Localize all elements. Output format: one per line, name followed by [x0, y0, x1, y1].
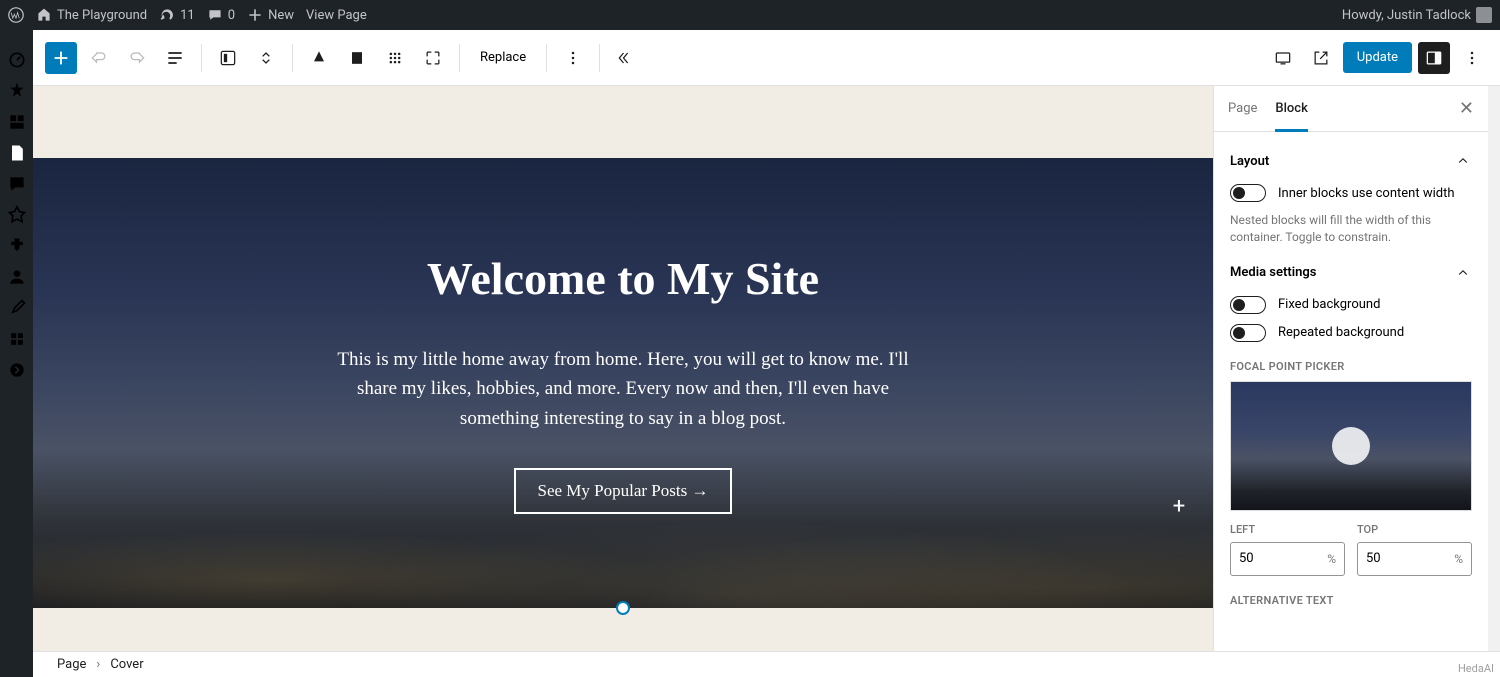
updates-count: 11 [180, 8, 195, 23]
avatar [1476, 7, 1492, 23]
breadcrumb: Page › Cover [33, 651, 1500, 677]
wp-logo[interactable] [8, 7, 24, 23]
cover-title[interactable]: Welcome to My Site [427, 252, 819, 305]
editor-canvas[interactable]: Welcome to My Site This is my little hom… [33, 86, 1213, 677]
redo-button[interactable] [121, 42, 153, 74]
align-button[interactable] [303, 42, 335, 74]
users-icon[interactable] [7, 267, 27, 287]
add-block-button[interactable] [45, 42, 77, 74]
admin-bar: The Playground 11 0 New View Page Howdy,… [0, 0, 1500, 30]
focal-point-handle[interactable] [1332, 427, 1370, 465]
undo-button[interactable] [83, 42, 115, 74]
cover-block[interactable]: Welcome to My Site This is my little hom… [33, 158, 1213, 608]
focal-point-picker[interactable] [1230, 381, 1472, 511]
chevron-up-icon [1454, 152, 1472, 170]
plugins-icon[interactable] [7, 236, 27, 256]
media-section-toggle[interactable]: Media settings [1230, 264, 1472, 282]
layout-section-toggle[interactable]: Layout [1230, 152, 1472, 170]
fixed-bg-label: Fixed background [1278, 297, 1380, 312]
replace-button[interactable]: Replace [470, 44, 536, 71]
content-width-label: Inner blocks use content width [1278, 186, 1455, 201]
settings-icon[interactable] [7, 329, 27, 349]
cover-paragraph[interactable]: This is my little home away from home. H… [323, 345, 923, 433]
comments-link[interactable]: 0 [207, 7, 235, 23]
repeated-bg-label: Repeated background [1278, 325, 1404, 340]
tab-page[interactable]: Page [1228, 86, 1257, 132]
breadcrumb-root[interactable]: Page [57, 657, 86, 672]
layout-icon[interactable] [7, 112, 27, 132]
view-page-link[interactable]: View Page [306, 8, 367, 23]
left-label: LEFT [1230, 523, 1345, 536]
move-button[interactable] [250, 42, 282, 74]
new-label: New [268, 8, 294, 23]
site-link[interactable]: The Playground [36, 7, 147, 23]
settings-panel: Page Block ✕ Layout Inner blocks use con… [1213, 86, 1488, 677]
howdy-link[interactable]: Howdy, Justin Tadlock [1342, 7, 1492, 23]
updates-link[interactable]: 11 [159, 7, 195, 23]
focal-point-heading: FOCAL POINT PICKER [1230, 360, 1472, 373]
watermark: HedaAI [1458, 662, 1494, 675]
position-button[interactable] [379, 42, 411, 74]
alt-text-heading: ALTERNATIVE TEXT [1230, 594, 1472, 607]
block-icon[interactable] [212, 42, 244, 74]
tab-block[interactable]: Block [1275, 86, 1307, 132]
comments-icon[interactable] [7, 174, 27, 194]
panel-scrollbar[interactable] [1488, 86, 1500, 677]
dashboard-icon[interactable] [7, 50, 27, 70]
close-panel-button[interactable]: ✕ [1459, 98, 1474, 119]
update-button[interactable]: Update [1343, 42, 1412, 73]
view-link-button[interactable] [1305, 42, 1337, 74]
comments-count: 0 [228, 8, 235, 23]
pages-icon[interactable] [7, 143, 27, 163]
new-link[interactable]: New [247, 7, 294, 23]
chevron-right-icon: › [96, 657, 100, 672]
more-options-button[interactable] [557, 42, 589, 74]
device-preview-button[interactable] [1267, 42, 1299, 74]
site-title: The Playground [57, 8, 147, 23]
collapse-toolbar-button[interactable] [610, 42, 642, 74]
chevron-up-icon [1454, 264, 1472, 282]
cover-button[interactable]: See My Popular Posts → [514, 468, 733, 514]
collapse-icon[interactable] [7, 360, 27, 380]
tools-icon[interactable] [7, 298, 27, 318]
repeated-bg-toggle[interactable] [1230, 324, 1266, 342]
fullscreen-button[interactable] [417, 42, 449, 74]
listview-button[interactable] [159, 42, 191, 74]
fullheight-button[interactable] [341, 42, 373, 74]
breadcrumb-current[interactable]: Cover [110, 657, 143, 672]
appearance-icon[interactable] [7, 205, 27, 225]
pin-icon[interactable] [7, 81, 27, 101]
top-label: TOP [1357, 523, 1472, 536]
options-button[interactable] [1456, 42, 1488, 74]
add-inside-cover-button[interactable]: + [1167, 494, 1191, 518]
fixed-bg-toggle[interactable] [1230, 296, 1266, 314]
cover-resize-handle[interactable] [616, 601, 630, 615]
editor-toolbar: Replace Update [33, 30, 1500, 86]
settings-panel-toggle[interactable] [1418, 42, 1450, 74]
layout-help-text: Nested blocks will fill the width of thi… [1230, 212, 1472, 246]
content-width-toggle[interactable] [1230, 184, 1266, 202]
focal-left-input[interactable] [1231, 551, 1319, 566]
admin-sidebar [0, 30, 33, 677]
focal-top-input[interactable] [1358, 551, 1446, 566]
